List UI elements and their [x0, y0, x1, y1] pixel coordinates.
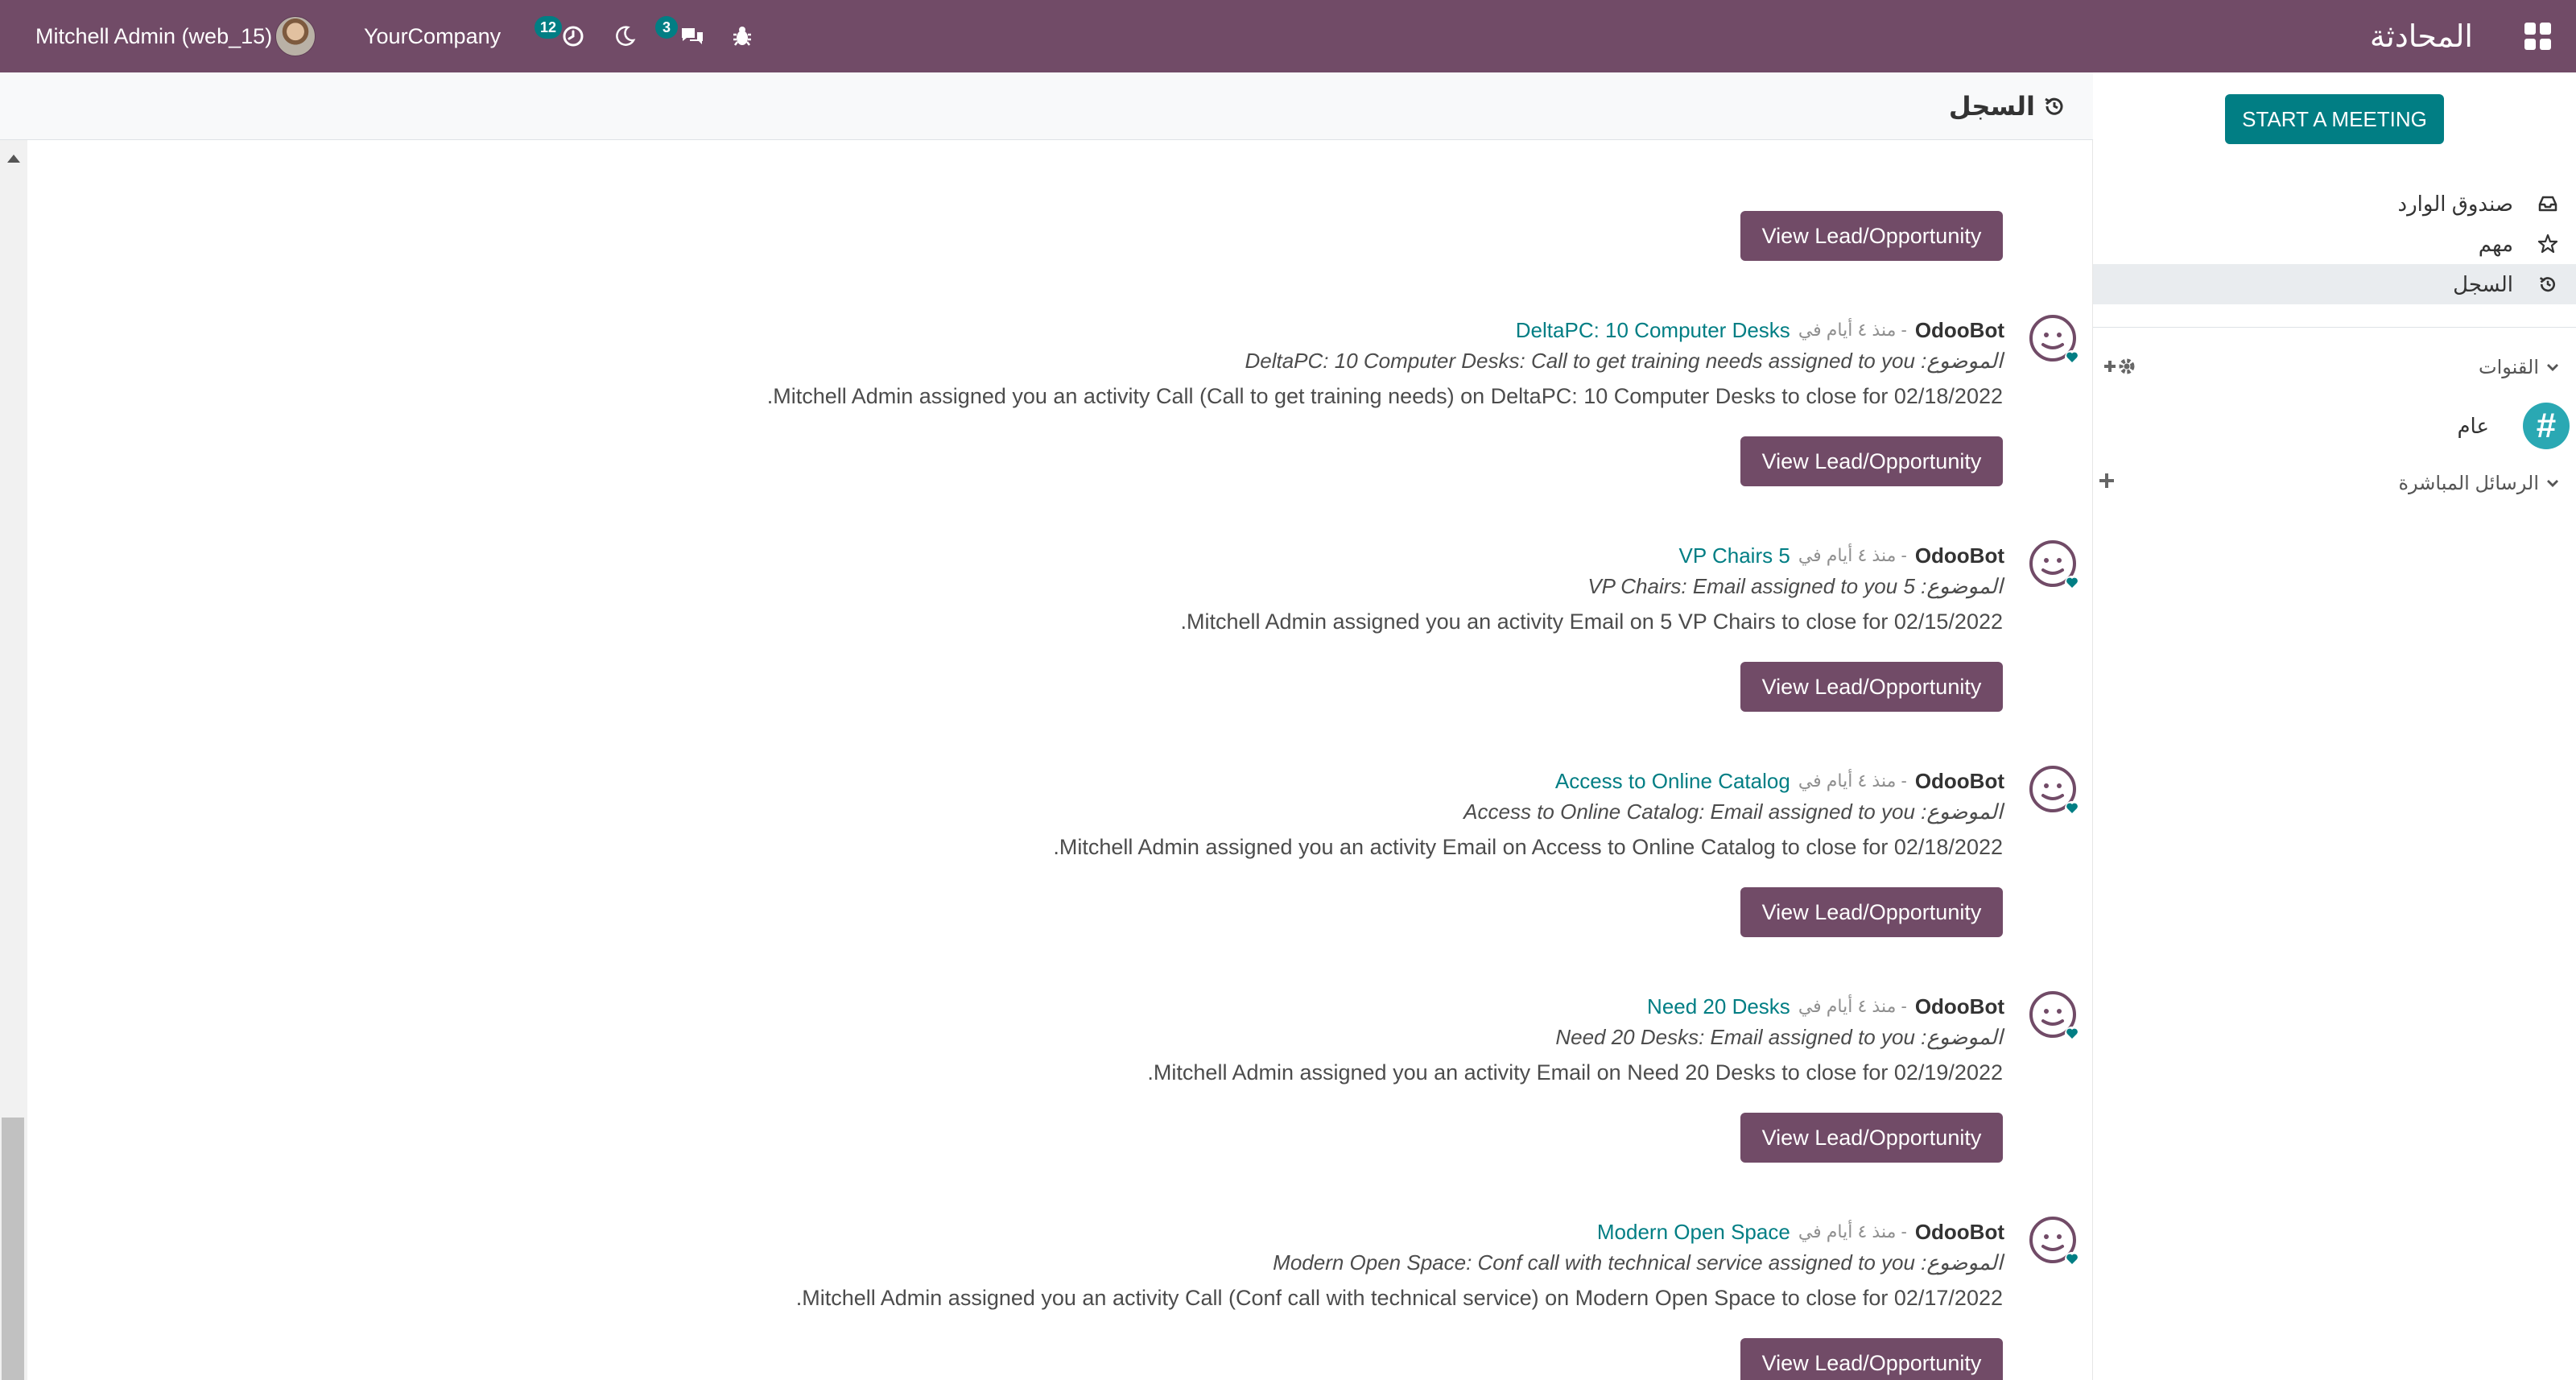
- message: OdooBot - منذ ٤ أيام في DeltaPC: 10 Comp…: [27, 314, 2093, 523]
- odoobot-avatar: [2029, 1217, 2079, 1266]
- message-subject: الموضوع: 5 VP Chairs: Email assigned to …: [1587, 573, 2003, 598]
- debug-menu[interactable]: [728, 0, 757, 72]
- direct-messages-category[interactable]: الرسائل المباشرة: [2093, 467, 2576, 499]
- message-body: Mitchell Admin assigned you an activity …: [795, 1285, 2003, 1310]
- message-date: - منذ ٤ أيام في: [1798, 320, 1907, 340]
- message-count-badge: 3: [655, 16, 678, 39]
- top-navbar: Mitchell Admin (web_15) YourCompany 12 3: [0, 0, 2576, 72]
- add-direct-message-button[interactable]: [2096, 470, 2117, 491]
- sidebar-item-starred[interactable]: مهم: [2093, 224, 2576, 264]
- sidebar-item-inbox[interactable]: صندوق الوارد: [2093, 184, 2576, 224]
- message-header: OdooBot - منذ ٤ أيام في Access to Online…: [1555, 765, 2004, 797]
- message-subject: الموضوع: Modern Open Space: Conf call wi…: [1273, 1250, 2003, 1275]
- messaging-menu[interactable]: 3: [654, 0, 705, 72]
- sidebar-item-label: مهم: [2478, 231, 2513, 256]
- clock-icon: [563, 26, 584, 47]
- sidebar-item-label: السجل: [2453, 271, 2513, 296]
- bug-icon: [733, 27, 751, 46]
- view-lead-button[interactable]: View Lead/Opportunity: [1740, 211, 2003, 261]
- thread-title: السجل: [1949, 72, 2066, 140]
- message-header: OdooBot - منذ ٤ أيام في VP Chairs 5: [1679, 539, 2004, 572]
- user-name: Mitchell Admin (web_15): [35, 23, 273, 48]
- add-gear-icon: [2104, 358, 2135, 374]
- start-meeting-button[interactable]: START A MEETING: [2225, 94, 2444, 144]
- channel-hash-icon: #: [2523, 403, 2570, 449]
- record-link[interactable]: DeltaPC: 10 Computer Desks: [1516, 318, 1790, 343]
- plus-icon: [2099, 473, 2114, 488]
- discuss-sidebar: START A MEETING صندوق الوارد مهم السجل ا…: [2093, 72, 2576, 1380]
- view-lead-button[interactable]: View Lead/Opportunity: [1740, 436, 2003, 486]
- user-avatar: [275, 16, 316, 56]
- channels-label: القنوات: [2478, 356, 2539, 378]
- message-body: Mitchell Admin assigned you an activity …: [766, 383, 2003, 408]
- channel-general[interactable]: عام: [2457, 410, 2489, 442]
- direct-messages-label: الرسائل المباشرة: [2398, 472, 2539, 494]
- thread-title-text: السجل: [1948, 92, 2035, 121]
- scrollbar-thumb[interactable]: [2, 1118, 24, 1380]
- message-author[interactable]: OdooBot: [1915, 1220, 2004, 1245]
- odoobot-avatar: [2029, 315, 2079, 365]
- message-author[interactable]: OdooBot: [1915, 769, 2004, 794]
- odoobot-avatar: [2029, 540, 2079, 590]
- message-body: Mitchell Admin assigned you an activity …: [1053, 834, 2003, 859]
- message-author[interactable]: OdooBot: [1915, 994, 2004, 1019]
- history-icon: [2536, 272, 2560, 296]
- record-link[interactable]: Need 20 Desks: [1647, 994, 1790, 1019]
- chevron-down-icon: [2547, 480, 2558, 487]
- message-date: - منذ ٤ أيام في: [1798, 545, 1907, 565]
- activity-count-badge: 12: [535, 16, 563, 39]
- record-link[interactable]: Access to Online Catalog: [1555, 769, 1790, 794]
- odoobot-avatar: [2029, 991, 2079, 1041]
- app-title[interactable]: المحادثة: [2370, 0, 2473, 72]
- message-author[interactable]: OdooBot: [1915, 318, 2004, 343]
- moon-icon: [616, 26, 636, 46]
- message-list: View Lead/Opportunity OdooBot - منذ ٤ أي…: [27, 140, 2093, 1380]
- history-icon: [2045, 97, 2063, 115]
- apps-grid-icon[interactable]: [2524, 23, 2552, 50]
- dark-mode-toggle[interactable]: [609, 0, 641, 72]
- message-date: - منذ ٤ أيام في: [1798, 771, 1907, 791]
- message: OdooBot - منذ ٤ أيام في VP Chairs 5 المو…: [27, 539, 2093, 749]
- message-subject: الموضوع: Need 20 Desks: Email assigned t…: [1555, 1024, 2003, 1049]
- message-subject: الموضوع: Access to Online Catalog: Email…: [1463, 799, 2003, 824]
- record-link[interactable]: Modern Open Space: [1597, 1220, 1790, 1245]
- message-date: - منذ ٤ أيام في: [1798, 996, 1907, 1016]
- history-thread: السجل View Lead/Opportunity OdooBot - من…: [0, 72, 2093, 1380]
- message-subject: الموضوع: DeltaPC: 10 Computer Desks: Cal…: [1245, 348, 2003, 373]
- channel-settings-button[interactable]: [2101, 353, 2138, 380]
- chat-bubbles-icon: [682, 28, 703, 44]
- message-header: OdooBot - منذ ٤ أيام في DeltaPC: 10 Comp…: [1516, 314, 2004, 346]
- sidebar-item-label: صندوق الوارد: [2397, 191, 2513, 216]
- sidebar-item-history[interactable]: السجل: [2093, 264, 2576, 304]
- record-link[interactable]: VP Chairs 5: [1679, 543, 1790, 568]
- message: OdooBot - منذ ٤ أيام في Modern Open Spac…: [27, 1216, 2093, 1380]
- message-body: Mitchell Admin assigned you an activity …: [1180, 609, 2003, 634]
- view-lead-button[interactable]: View Lead/Opportunity: [1740, 662, 2003, 712]
- view-lead-button[interactable]: View Lead/Opportunity: [1740, 1338, 2003, 1380]
- user-menu[interactable]: Mitchell Admin (web_15): [35, 0, 316, 72]
- message-author[interactable]: OdooBot: [1915, 543, 2004, 568]
- activity-menu[interactable]: 12: [535, 0, 584, 72]
- view-lead-button[interactable]: View Lead/Opportunity: [1740, 1113, 2003, 1163]
- view-lead-button[interactable]: View Lead/Opportunity: [1740, 887, 2003, 937]
- scroll-up-arrow[interactable]: [7, 155, 20, 163]
- inbox-icon: [2536, 192, 2560, 216]
- channels-category[interactable]: القنوات: [2093, 351, 2576, 383]
- channel-name: عام: [2457, 413, 2489, 438]
- chevron-down-icon: [2547, 364, 2558, 371]
- message: OdooBot - منذ ٤ أيام في Access to Online…: [27, 765, 2093, 974]
- odoobot-avatar: [2029, 766, 2079, 816]
- company-switcher[interactable]: YourCompany: [364, 0, 501, 72]
- message-date: - منذ ٤ أيام في: [1798, 1221, 1907, 1242]
- sidebar-divider: [2093, 327, 2576, 328]
- message-header: OdooBot - منذ ٤ أيام في Need 20 Desks: [1647, 990, 2004, 1023]
- message: OdooBot - منذ ٤ أيام في Need 20 Desks ال…: [27, 990, 2093, 1200]
- company-name: YourCompany: [364, 23, 502, 48]
- message-body: Mitchell Admin assigned you an activity …: [1147, 1060, 2003, 1085]
- message-header: OdooBot - منذ ٤ أيام في Modern Open Spac…: [1597, 1216, 2004, 1248]
- star-icon: [2536, 232, 2560, 256]
- thread-header: السجل: [0, 72, 2093, 140]
